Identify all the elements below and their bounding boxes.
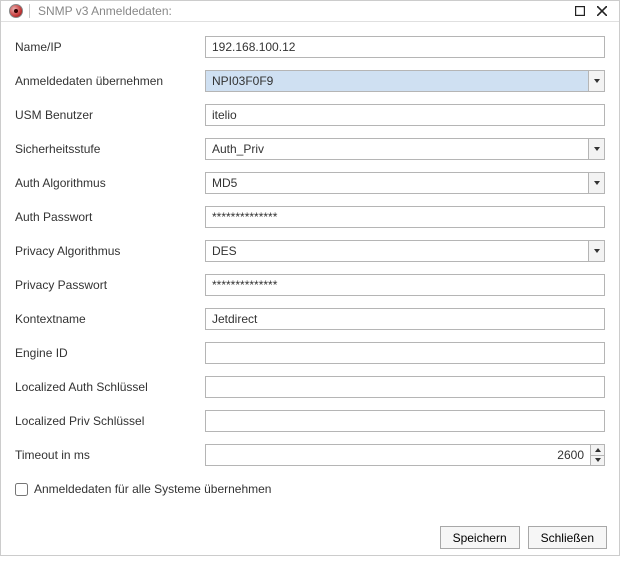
chevron-down-icon [594, 79, 600, 83]
footer: Speichern Schließen [1, 516, 619, 561]
label-localized-priv-key: Localized Priv Schlüssel [15, 414, 205, 428]
input-auth-password[interactable] [205, 206, 605, 228]
label-auth-password: Auth Passwort [15, 210, 205, 224]
combo-security-level-button[interactable] [588, 139, 604, 159]
input-localized-auth-key[interactable] [205, 376, 605, 398]
close-window-button[interactable]: Schließen [528, 526, 607, 549]
window-title: SNMP v3 Anmeldedaten: [38, 4, 172, 18]
input-name-ip[interactable] [205, 36, 605, 58]
label-name-ip: Name/IP [15, 40, 205, 54]
chevron-down-icon [594, 249, 600, 253]
input-usm-user[interactable] [205, 104, 605, 126]
input-privacy-password[interactable] [205, 274, 605, 296]
form-content: Name/IP Anmeldedaten übernehmen NPI03F0F… [1, 22, 619, 516]
spinner-up-button[interactable] [591, 445, 604, 455]
combo-auth-algorithm-button[interactable] [588, 173, 604, 193]
checkbox-adopt-all-row: Anmeldedaten für alle Systeme übernehmen [15, 482, 605, 496]
chevron-down-icon [595, 458, 601, 462]
combo-privacy-algorithm-value: DES [206, 241, 588, 261]
close-button[interactable] [591, 1, 613, 21]
checkbox-adopt-all-label: Anmeldedaten für alle Systeme übernehmen [34, 482, 271, 496]
combo-auth-algorithm[interactable]: MD5 [205, 172, 605, 194]
combo-adopt-credentials-value: NPI03F0F9 [206, 71, 588, 91]
label-engine-id: Engine ID [15, 346, 205, 360]
combo-adopt-credentials-button[interactable] [588, 71, 604, 91]
label-privacy-password: Privacy Passwort [15, 278, 205, 292]
label-timeout: Timeout in ms [15, 448, 205, 462]
chevron-down-icon [594, 147, 600, 151]
input-context-name[interactable] [205, 308, 605, 330]
label-security-level: Sicherheitsstufe [15, 142, 205, 156]
label-usm-user: USM Benutzer [15, 108, 205, 122]
chevron-down-icon [594, 181, 600, 185]
chevron-up-icon [595, 448, 601, 452]
titlebar: SNMP v3 Anmeldedaten: [1, 1, 619, 22]
save-button[interactable]: Speichern [440, 526, 520, 549]
label-context-name: Kontextname [15, 312, 205, 326]
label-adopt-credentials: Anmeldedaten übernehmen [15, 74, 205, 88]
input-engine-id[interactable] [205, 342, 605, 364]
combo-auth-algorithm-value: MD5 [206, 173, 588, 193]
combo-security-level-value: Auth_Priv [206, 139, 588, 159]
label-privacy-algorithm: Privacy Algorithmus [15, 244, 205, 258]
input-timeout[interactable] [206, 445, 590, 465]
spinner-down-button[interactable] [591, 455, 604, 466]
spinner-timeout[interactable] [205, 444, 605, 466]
label-localized-auth-key: Localized Auth Schlüssel [15, 380, 205, 394]
titlebar-separator [29, 4, 30, 18]
maximize-button[interactable] [569, 1, 591, 21]
label-auth-algorithm: Auth Algorithmus [15, 176, 205, 190]
combo-privacy-algorithm[interactable]: DES [205, 240, 605, 262]
input-localized-priv-key[interactable] [205, 410, 605, 432]
close-icon [597, 6, 607, 16]
maximize-icon [575, 6, 585, 16]
combo-privacy-algorithm-button[interactable] [588, 241, 604, 261]
combo-adopt-credentials[interactable]: NPI03F0F9 [205, 70, 605, 92]
checkbox-adopt-all[interactable] [15, 483, 28, 496]
combo-security-level[interactable]: Auth_Priv [205, 138, 605, 160]
app-icon [9, 4, 23, 18]
